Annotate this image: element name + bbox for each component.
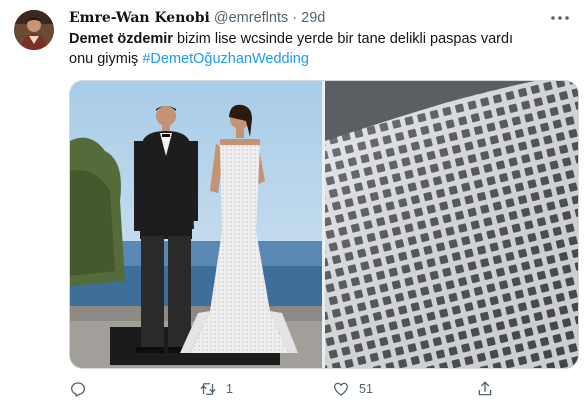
tweet-actions: 1 51 [69,377,539,401]
share-button[interactable] [476,377,494,401]
hashtag-link[interactable]: #DemetOğuzhanWedding [142,51,309,67]
retweet-count: 1 [226,382,233,396]
retweet-icon [200,383,216,395]
author-handle[interactable]: @emreflnts [214,10,288,26]
like-count: 51 [359,382,373,396]
like-button[interactable]: 51 [332,377,373,401]
tweet-text-bold: Demet özdemir [69,31,173,47]
retweet-button[interactable]: 1 [199,377,233,401]
reply-icon [70,382,86,397]
wedding-photo[interactable] [70,81,322,368]
separator-dot: · [292,10,298,26]
tweet-header: Emre-Wan Kenobi @emreflnts · 29d [69,9,325,27]
tweet[interactable]: Emre-Wan Kenobi @emreflnts · 29d Demet ö… [0,0,588,409]
reply-button[interactable] [69,377,96,401]
avatar[interactable] [14,10,54,50]
tweet-timestamp[interactable]: 29d [301,10,325,26]
like-icon [333,382,349,396]
more-icon[interactable] [548,8,572,28]
doormat-photo[interactable] [325,81,578,368]
tweet-text: Demet özdemir bizim lise wcsinde yerde b… [69,29,539,69]
author-name[interactable]: Emre-Wan Kenobi [69,10,210,26]
media-grid [69,80,579,369]
share-icon [478,381,492,396]
